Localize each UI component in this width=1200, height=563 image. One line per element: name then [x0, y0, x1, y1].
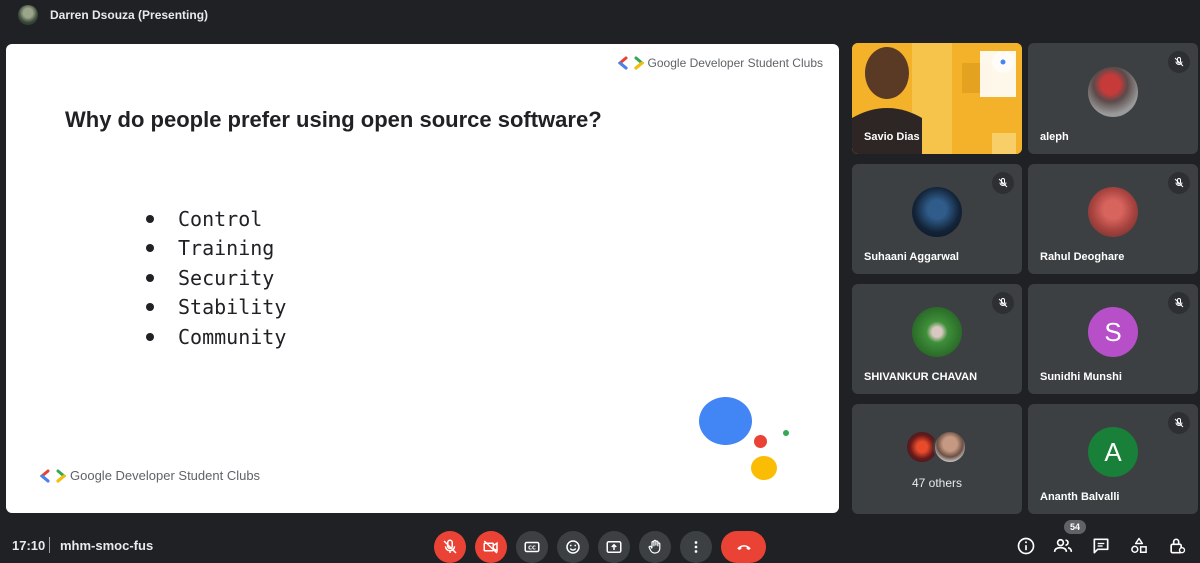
participant-name: Rahul Deoghare [1040, 251, 1125, 263]
participant-tile-ananth[interactable]: A Ananth Balvalli [1028, 404, 1198, 514]
bullet-dot [146, 303, 154, 312]
mic-off-icon [443, 539, 457, 554]
more-options-icon [694, 541, 698, 553]
bullet-text: Community [178, 324, 287, 349]
divider [49, 537, 50, 553]
avatar [912, 187, 962, 237]
mic-off-icon [1168, 51, 1190, 73]
people-icon [1053, 538, 1073, 552]
participant-name: Suhaani Aggarwal [864, 251, 959, 263]
more-options-button[interactable] [680, 531, 712, 563]
captions-icon: CC [524, 541, 540, 553]
host-controls-icon [1170, 538, 1186, 554]
bottom-bar: 17:10 mhm-smoc-fus CC [0, 523, 1200, 563]
present-button[interactable] [598, 531, 630, 563]
bullet-item: Stability [146, 293, 286, 323]
bullet-list: Control Training Security Stability Comm… [146, 204, 286, 352]
presenter-avatar [18, 5, 38, 25]
avatar: A [1088, 427, 1138, 477]
pin-icon[interactable] [992, 51, 1014, 73]
bullet-dot [146, 214, 154, 223]
gdsc-brand-top: Google Developer Student Clubs [617, 56, 823, 70]
participant-tile-others[interactable]: 47 others [852, 404, 1022, 514]
emoji-icon [566, 540, 580, 554]
gdsc-logo-icon [617, 56, 644, 70]
bullet-item: Training [146, 234, 286, 264]
mic-off-icon [992, 172, 1014, 194]
decor-red-dot [754, 435, 767, 448]
others-avatars [905, 430, 969, 464]
svg-text:CC: CC [528, 545, 536, 551]
raise-hand-icon [648, 539, 661, 554]
activities-button[interactable] [1128, 535, 1150, 557]
bullet-text: Training [178, 236, 275, 261]
participant-tile-shivankur[interactable]: SHIVANKUR CHAVAN [852, 284, 1022, 394]
slide-title: Why do people prefer using open source s… [65, 107, 602, 132]
decor-blue-dot [699, 397, 752, 445]
participant-name: Ananth Balvalli [1040, 491, 1120, 503]
gdsc-logo-icon [40, 469, 66, 482]
bullet-item: Community [146, 322, 286, 352]
bullet-dot [146, 244, 154, 253]
gdsc-label: Google Developer Student Clubs [647, 56, 823, 70]
camera-toggle-button[interactable] [475, 531, 507, 563]
bullet-dot [146, 332, 154, 341]
mic-off-icon [1168, 172, 1190, 194]
participant-tile-aleph[interactable]: aleph [1028, 43, 1198, 154]
participant-tile-sunidhi[interactable]: S Sunidhi Munshi [1028, 284, 1198, 394]
meeting-details-button[interactable] [1015, 535, 1037, 557]
others-count: 47 others [911, 476, 963, 490]
bullet-dot [146, 273, 154, 282]
gdsc-brand-bottom: Google Developer Student Clubs [40, 468, 260, 483]
avatar [1088, 66, 1138, 117]
mic-off-icon [1168, 412, 1190, 434]
bullet-item: Control [146, 204, 286, 234]
present-icon [606, 541, 622, 553]
mic-off-icon [1168, 292, 1190, 314]
hang-up-icon [736, 545, 751, 550]
people-button[interactable] [1052, 535, 1074, 557]
leave-call-button[interactable] [721, 531, 766, 563]
participant-tile-suhaani[interactable]: Suhaani Aggarwal [852, 164, 1022, 274]
emoji-button[interactable] [557, 531, 589, 563]
activities-icon [1131, 537, 1147, 553]
chat-icon [1093, 538, 1109, 554]
participant-count-badge: 54 [1064, 520, 1086, 534]
meeting-code: mhm-smoc-fus [60, 538, 154, 553]
raise-hand-button[interactable] [639, 531, 671, 563]
participant-tile-rahul[interactable]: Rahul Deoghare [1028, 164, 1198, 274]
participant-name: aleph [1040, 131, 1069, 143]
bullet-text: Control [178, 206, 263, 231]
presenter-name: Darren Dsouza (Presenting) [50, 8, 209, 22]
info-icon [1017, 537, 1035, 555]
avatar [1088, 187, 1138, 237]
participant-name: Sunidhi Munshi [1040, 371, 1122, 383]
decor-yellow-dot [751, 456, 777, 480]
top-bar: Darren Dsouza (Presenting) [0, 0, 1200, 30]
participant-name: SHIVANKUR CHAVAN [864, 371, 978, 383]
bullet-text: Stability [178, 295, 287, 320]
bullet-item: Security [146, 263, 286, 293]
avatar: S [1088, 307, 1138, 357]
chat-button[interactable] [1090, 535, 1112, 557]
bullet-text: Security [178, 265, 275, 290]
participant-name: Savio Dias [864, 131, 920, 143]
decor-green-dot [783, 430, 789, 436]
gdsc-label: Google Developer Student Clubs [70, 468, 261, 483]
captions-button[interactable]: CC [516, 531, 548, 563]
avatar [933, 430, 967, 464]
participant-tile-savio[interactable]: Savio Dias [852, 43, 1022, 154]
meeting-clock: 17:10 [12, 538, 46, 553]
camera-off-icon [483, 540, 498, 554]
host-controls-button[interactable] [1166, 535, 1188, 557]
mic-off-icon [992, 292, 1014, 314]
mic-toggle-button[interactable] [434, 531, 466, 563]
presentation-slide: Google Developer Student Clubs Why do pe… [6, 44, 839, 513]
avatar [912, 307, 962, 357]
